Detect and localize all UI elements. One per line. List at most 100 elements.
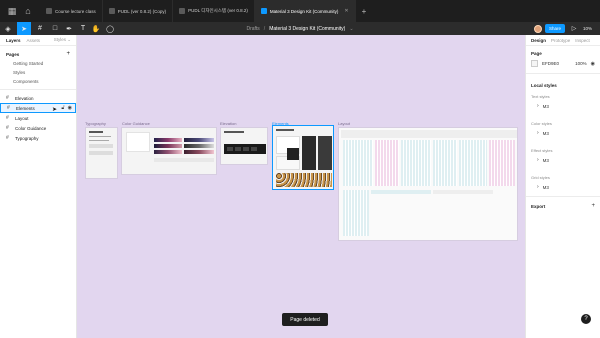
- comment-tool-icon[interactable]: ◯: [104, 22, 116, 35]
- layer-label: Layout: [15, 115, 29, 121]
- frame-label-typography[interactable]: Typography: [85, 121, 106, 126]
- tab-label: Course lecture class: [55, 8, 96, 14]
- layer-item-elevation[interactable]: # Elevation: [0, 93, 76, 103]
- frame-icon: #: [7, 105, 10, 111]
- tab-label: PUDL 디자인시스템 (ver 0.8.2): [188, 8, 248, 13]
- frame-layout[interactable]: [338, 127, 518, 241]
- style-label: M3: [542, 103, 549, 109]
- left-panel: Layers Assets Styles ⌄ Pages + Getting S…: [0, 35, 77, 338]
- home-icon[interactable]: ⌂: [22, 5, 34, 17]
- chevron-right-icon[interactable]: ›: [537, 130, 539, 136]
- pages-header: Pages +: [0, 49, 76, 59]
- divider: [0, 89, 76, 90]
- effect-styles-heading: Effect styles: [531, 148, 553, 153]
- tab-pudl-design-system[interactable]: PUDL 디자인시스템 (ver 0.8.2): [173, 0, 255, 22]
- frame-icon: #: [6, 125, 9, 131]
- cursor-pointer-icon: ➤: [52, 107, 58, 113]
- grid-style-item[interactable]: › M3: [526, 182, 600, 192]
- page-opacity-value[interactable]: 100%: [575, 61, 587, 66]
- frame-elements[interactable]: [272, 125, 334, 190]
- tab-strip: ▦ ⌂ Course lecture class PUDL (ver 0.8.2…: [0, 0, 600, 22]
- breadcrumb-separator: /: [263, 25, 266, 32]
- breadcrumb-drafts[interactable]: Drafts: [246, 26, 259, 32]
- assets-selector[interactable]: Styles ⌄: [54, 37, 71, 43]
- frame-label-color-guidance[interactable]: Color Guidance: [122, 121, 150, 126]
- page-label: Components: [13, 79, 39, 84]
- add-page-icon[interactable]: +: [66, 51, 70, 57]
- right-panel-tabs: Design Prototype Inspect: [526, 35, 600, 46]
- layer-actions: 🔓︎ ◉: [61, 105, 72, 111]
- color-style-item[interactable]: › M3: [526, 128, 600, 138]
- frame-color-guidance[interactable]: [121, 127, 217, 175]
- shape-tool-icon[interactable]: □: [49, 22, 61, 35]
- file-title[interactable]: Material 3 Design Kit (Community): [269, 26, 345, 32]
- frame-icon: #: [6, 115, 9, 121]
- export-heading: Export: [531, 203, 546, 209]
- text-tool-icon[interactable]: T: [78, 22, 88, 35]
- share-button[interactable]: Share: [545, 24, 565, 33]
- chevron-right-icon[interactable]: ›: [537, 157, 539, 163]
- figma-menu-icon[interactable]: ▦: [6, 5, 18, 17]
- frame-elevation[interactable]: [220, 127, 268, 165]
- page-item-components[interactable]: Components: [0, 77, 76, 86]
- eye-icon[interactable]: ◉: [591, 61, 595, 67]
- layer-item-elements[interactable]: # Elements ➤ 🔓︎ ◉: [0, 103, 76, 113]
- frame-typography[interactable]: [85, 127, 118, 179]
- tab-assets[interactable]: Assets: [27, 38, 41, 43]
- tab-inspect[interactable]: Inspect: [575, 38, 590, 43]
- chevron-right-icon[interactable]: ›: [537, 103, 539, 109]
- close-tab-icon[interactable]: ✕: [344, 8, 348, 14]
- new-tab-icon[interactable]: +: [362, 7, 367, 16]
- color-styles-heading: Color styles: [531, 121, 552, 126]
- help-icon[interactable]: ?: [581, 314, 591, 324]
- layer-item-typography[interactable]: # Typography: [0, 133, 76, 143]
- color-swatch[interactable]: [531, 60, 538, 67]
- lock-icon[interactable]: 🔓︎: [61, 105, 64, 111]
- right-panel: Design Prototype Inspect Page EFD9E0 100…: [525, 35, 600, 338]
- assets-selector-label: Styles: [53, 37, 66, 42]
- page-item-getting-started[interactable]: Getting Started: [0, 59, 76, 68]
- main-menu-icon[interactable]: ◈: [2, 22, 14, 35]
- zoom-menu[interactable]: 10%: [583, 24, 592, 33]
- pen-tool-icon[interactable]: ✒: [63, 22, 75, 35]
- chevron-right-icon[interactable]: ›: [537, 184, 539, 190]
- hand-tool-icon[interactable]: ✋: [90, 22, 102, 35]
- tab-prototype[interactable]: Prototype: [551, 38, 570, 43]
- frame-label-layout[interactable]: Layout: [338, 121, 350, 126]
- text-style-item[interactable]: › M3: [526, 101, 600, 111]
- divider: [526, 73, 600, 74]
- layer-item-color-guidance[interactable]: # Color Guidance: [0, 123, 76, 133]
- user-avatar[interactable]: [534, 25, 542, 33]
- file-icon: [46, 8, 52, 14]
- layer-label: Color Guidance: [15, 125, 47, 131]
- figma-window: ▦ ⌂ Course lecture class PUDL (ver 0.8.2…: [0, 0, 600, 338]
- tab-layers[interactable]: Layers: [6, 38, 21, 43]
- tab-design[interactable]: Design: [531, 38, 546, 43]
- frame-tool-icon[interactable]: #: [34, 22, 46, 35]
- grid-styles-heading: Grid styles: [531, 175, 550, 180]
- layer-item-layout[interactable]: # Layout: [0, 113, 76, 123]
- add-export-icon[interactable]: +: [591, 203, 595, 209]
- layer-label: Elements: [16, 105, 35, 111]
- canvas[interactable]: Typography Color Guidance Elevation Elem…: [77, 35, 525, 338]
- toolbar: ◈ ➤ # □ ✒ T ✋ ◯ Drafts / Material 3 Desi…: [0, 22, 600, 35]
- tab-pudl-copy[interactable]: PUDL (ver 0.8.2) (Copy): [103, 0, 174, 22]
- text-styles-heading: Text styles: [531, 94, 550, 99]
- move-tool-icon[interactable]: ➤: [17, 22, 31, 35]
- tab-course-lecture[interactable]: Course lecture class: [40, 0, 103, 22]
- effect-style-item[interactable]: › M3: [526, 155, 600, 165]
- page-label: Getting Started: [13, 61, 44, 66]
- present-icon[interactable]: ▷: [570, 24, 578, 33]
- page-color-row[interactable]: EFD9E0 100% ◉: [526, 58, 600, 69]
- frame-label-elevation[interactable]: Elevation: [220, 121, 236, 126]
- page-color-value[interactable]: EFD9E0: [542, 61, 559, 66]
- tab-material3-kit[interactable]: Material 3 Design Kit (Community) ✕: [254, 0, 356, 22]
- style-label: M3: [542, 157, 549, 163]
- toast-notification: Page deleted: [282, 313, 328, 326]
- chevron-down-icon[interactable]: ⌄: [349, 26, 353, 32]
- page-item-styles[interactable]: Styles: [0, 68, 76, 77]
- page-label: Styles: [13, 70, 26, 75]
- zoom-level: 10%: [583, 26, 593, 31]
- eye-icon[interactable]: ◉: [68, 105, 72, 111]
- file-icon: [260, 8, 267, 14]
